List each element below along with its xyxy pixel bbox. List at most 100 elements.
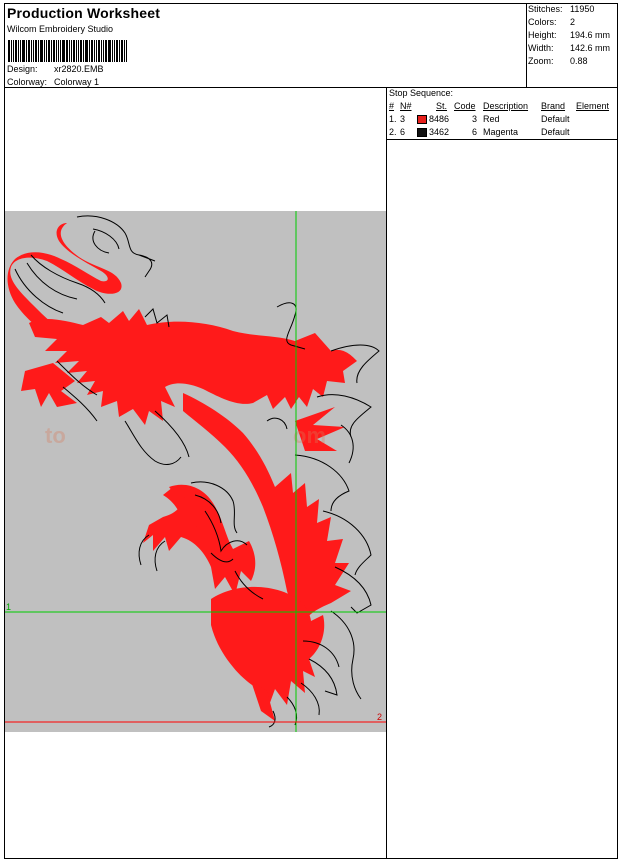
barcode-bar [124,40,125,62]
barcode-bar [38,40,39,62]
barcode-bar [126,40,127,62]
thread-brand: Default [541,127,570,137]
barcode-bar [121,40,123,62]
barcode-bar [85,40,88,62]
red-stitch-fill [7,223,357,721]
guide-marker-2: 2 [377,712,383,722]
stop-row: 1. 3 8486 3 Red Default [388,114,616,126]
barcode-bar [13,40,14,62]
stat-height: Height: 194.6 mm [528,30,611,40]
colorway-value: Colorway 1 [54,77,100,87]
stop-index: 2. [389,127,397,137]
watermark-text: om [293,423,326,448]
design-preview: to om 1 2 [5,211,386,732]
column-header-needle: N# [400,101,412,111]
barcode-bar [35,40,37,62]
barcode-bar [119,40,120,62]
barcode-bar [71,40,72,62]
barcode-bar [80,40,82,62]
column-header-element: Element [576,101,610,111]
header-bottom-rule [4,87,618,88]
barcode-bar [73,40,75,62]
stop-table-rule [386,139,618,140]
barcode-bar [15,40,17,62]
stat-colors: Colors: 2 [528,17,576,27]
watermark-text: to [45,423,66,448]
thread-code: 3462 [429,127,450,137]
barcode-bar [103,40,104,62]
column-header-st: St. [436,101,448,111]
barcode-bar [40,40,43,62]
barcode-bar [26,40,27,62]
page-title: Production Worksheet [7,5,161,21]
barcode-bar [48,40,50,62]
barcode-bar [112,40,113,62]
stat-stitches: Stitches: 11950 [528,4,595,14]
barcode-bar [116,40,118,62]
thread-description: Red [483,114,500,124]
stop-st: 3 [472,114,478,124]
barcode-bar [31,40,32,62]
stop-needle: 3 [400,114,406,124]
stop-row: 2. 6 3462 6 Magenta Default [388,127,616,139]
stat-zoom: Zoom: 0.88 [528,56,588,66]
barcode-bar [56,40,57,62]
stop-st: 6 [472,127,478,137]
thread-swatch [417,128,427,137]
dragon-embroidery-image: to om [5,211,386,732]
barcode-bar [69,40,70,62]
colorway-label: Colorway: [7,77,48,87]
barcode-bar [11,40,12,62]
barcode-bar [28,40,30,62]
thread-code: 8486 [429,114,450,124]
barcode-bar [33,40,34,62]
barcode-bar [105,40,107,62]
barcode-bar [44,40,45,62]
barcode-bar [98,40,100,62]
black-outline-stitches [14,215,380,728]
software-name: Wilcom Embroidery Studio [7,24,114,34]
barcode-bar [8,40,10,62]
panel-divider [386,87,387,859]
colorway-row: Colorway: Colorway 1 [7,77,99,87]
barcode-bar [96,40,97,62]
design-label: Design: [7,64,38,74]
design-value: xr2820.EMB [54,64,104,74]
barcode-bar [20,40,21,62]
barcode-bar [22,40,25,62]
column-header-num: # [389,101,395,111]
guide-marker-1: 1 [6,602,12,612]
barcode-bar [62,40,65,62]
design-row: Design: xr2820.EMB [7,64,104,74]
barcode-image [8,40,135,62]
barcode-bar [78,40,79,62]
worksheet-header: Production Worksheet Wilcom Embroidery S… [5,4,525,88]
barcode-bar [60,40,61,62]
stop-sequence-caption: Stop Sequence: [389,88,454,98]
barcode-bar [53,40,55,62]
stat-width: Width: 142.6 mm [528,43,611,53]
header-divider [526,3,527,88]
barcode-bar [46,40,47,62]
thread-brand: Default [541,114,570,124]
barcode-bar [76,40,77,62]
barcode-bar [114,40,115,62]
barcode-bar [58,40,59,62]
stop-index: 1. [389,114,397,124]
barcode-bar [94,40,95,62]
column-header-code: Code [454,101,476,111]
thread-swatch [417,115,427,124]
column-header-description: Description [483,101,529,111]
barcode-bar [91,40,93,62]
design-stats: Stitches: 11950 Colors: 2 Height: 194.6 mm … [528,4,616,69]
column-header-brand: Brand [541,101,566,111]
barcode-bar [83,40,84,62]
barcode-bar [51,40,52,62]
barcode-bar [101,40,102,62]
thread-description: Magenta [483,127,519,137]
barcode-bar [89,40,90,62]
barcode-bar [108,40,111,62]
stop-needle: 6 [400,127,406,137]
barcode-bar [18,40,19,62]
barcode-bar [66,40,68,62]
